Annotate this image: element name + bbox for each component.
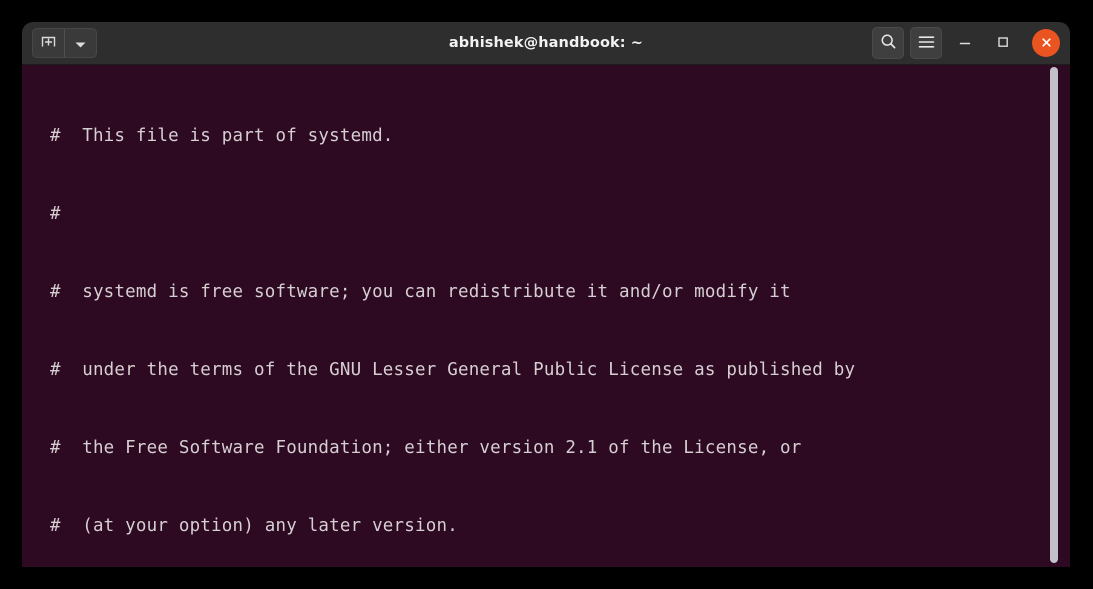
scrollbar-thumb[interactable] — [1050, 67, 1058, 563]
hamburger-menu-icon — [918, 34, 935, 53]
terminal-screen[interactable]: # This file is part of systemd. # # syst… — [22, 65, 1070, 567]
minimize-button[interactable] — [950, 28, 980, 58]
new-tab-icon — [40, 33, 57, 54]
terminal-window: abhishek@handbook: ~ # This file is part… — [22, 22, 1070, 567]
search-button[interactable] — [872, 27, 904, 59]
titlebar-left-controls — [32, 28, 97, 58]
maximize-button[interactable] — [988, 28, 1018, 58]
terminal-text-content: # This file is part of systemd. # # syst… — [50, 71, 855, 567]
titlebar-right-controls — [872, 27, 1060, 59]
terminal-line: # This file is part of systemd. — [50, 126, 394, 146]
search-icon — [880, 33, 897, 54]
tab-controls-group — [32, 28, 97, 58]
chevron-down-icon — [74, 34, 87, 53]
minimize-icon — [958, 34, 972, 53]
terminal-line: # — [50, 204, 61, 224]
window-titlebar: abhishek@handbook: ~ — [22, 22, 1070, 65]
main-menu-button[interactable] — [910, 27, 942, 59]
screen: abhishek@handbook: ~ # This file is part… — [0, 0, 1093, 589]
terminal-line: # systemd is free software; you can redi… — [50, 282, 791, 302]
close-icon — [1040, 34, 1053, 53]
terminal-line: # the Free Software Foundation; either v… — [50, 438, 802, 458]
terminal-line: # under the terms of the GNU Lesser Gene… — [50, 360, 856, 380]
new-tab-button[interactable] — [33, 29, 64, 57]
terminal-line: # (at your option) any later version. — [50, 516, 458, 536]
terminal-scrollbar[interactable] — [1049, 65, 1059, 567]
close-button[interactable] — [1032, 29, 1060, 57]
tab-list-dropdown-button[interactable] — [64, 29, 96, 57]
maximize-icon — [996, 34, 1010, 53]
